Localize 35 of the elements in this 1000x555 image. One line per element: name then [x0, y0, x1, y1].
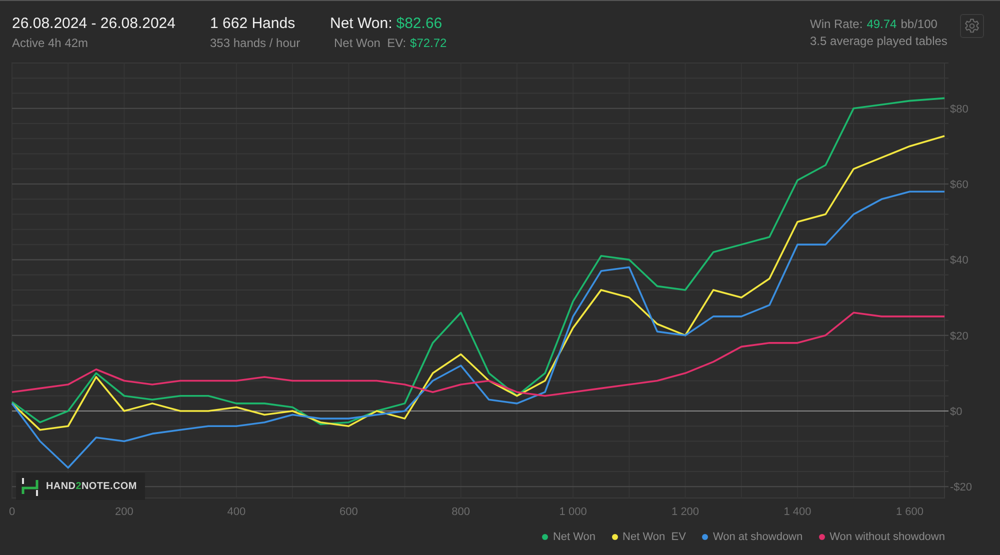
logo-icon — [20, 476, 40, 496]
win-rate-label: Win Rate: — [810, 17, 863, 31]
net-won-label: Net Won: — [330, 15, 392, 32]
y-axis-label: $20 — [950, 330, 968, 342]
hands-count: 1 662 Hands — [210, 15, 296, 32]
logo-text: HAND2NOTE.COM — [46, 481, 137, 492]
y-axis-label: $40 — [950, 254, 968, 267]
x-axis-label: 0 — [8, 506, 16, 518]
win-rate-unit: bb/100 — [900, 17, 938, 31]
y-axis-label: -$20 — [950, 482, 972, 494]
legend-label[interactable]: Net Won — [552, 531, 596, 543]
x-axis-label: 1 000 — [559, 506, 587, 518]
settings-icon — [964, 18, 980, 34]
net-won-ev-label: Net Won EV: — [334, 36, 406, 50]
y-axis-label: $0 — [950, 406, 962, 418]
x-axis-label: 1 400 — [784, 506, 812, 518]
win-rate-value: 49.74 — [866, 17, 897, 31]
x-axis-label: 1 200 — [672, 506, 700, 518]
active-time: Active 4h 42m — [12, 36, 90, 50]
x-axis-label: 800 — [452, 506, 470, 518]
date-range: 26.08.2024 - 26.08.2024 — [12, 15, 176, 32]
y-axis-label: $80 — [950, 103, 968, 116]
legend-label[interactable]: Net Won EV — [622, 531, 686, 543]
settings-button[interactable] — [960, 14, 984, 38]
average-tables: 3.5 average played tables — [810, 34, 956, 48]
x-axis-label: 600 — [339, 506, 358, 518]
net-won-ev-value: $72.72 — [410, 36, 447, 50]
hands-per-hour: 353 hands / hour — [210, 36, 302, 50]
net-won-value: $82.66 — [396, 15, 442, 32]
x-axis-label: 400 — [227, 506, 246, 518]
y-axis-label: $60 — [950, 179, 968, 192]
legend-label[interactable]: Won at showdown — [712, 531, 803, 543]
x-axis-label: 1 600 — [896, 506, 924, 518]
legend-label[interactable]: Won without showdown — [830, 531, 945, 543]
x-axis-label: 200 — [115, 506, 134, 518]
